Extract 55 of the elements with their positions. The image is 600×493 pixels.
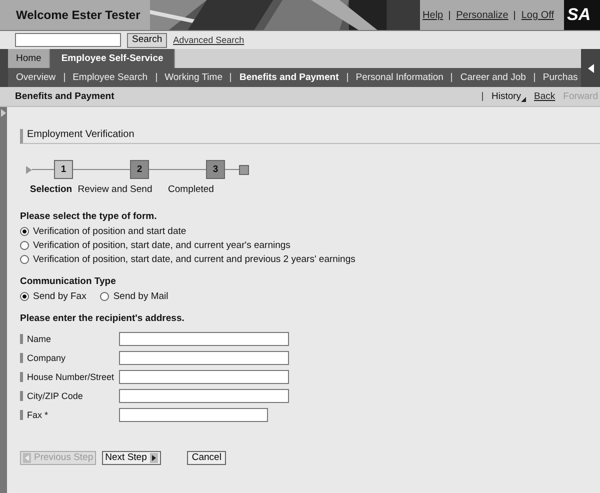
address-label: Please enter the recipient's address. [20,313,186,324]
welcome-text: Welcome Ester Tester [15,7,142,24]
radio-button[interactable] [20,226,29,236]
subnav-item[interactable]: Career and Job [460,72,526,83]
end-marker-icon [239,164,249,174]
right-arrow-icon [150,453,158,463]
step-button[interactable]: Next Step [102,451,161,465]
step-label: Review and Send [77,184,153,195]
step-number[interactable]: 1 [54,160,73,179]
search-field[interactable] [15,33,121,47]
radio-button[interactable] [20,240,29,250]
expand-icon [1,109,6,117]
input-field[interactable] [119,370,289,384]
left-arrow-icon [23,453,31,463]
history-menu[interactable]: History [491,91,526,102]
collapse-button[interactable] [581,49,600,87]
header-link[interactable]: Personalize [456,10,508,20]
input-field[interactable] [119,389,289,403]
subnav-item[interactable]: Benefits and Payment [239,72,339,83]
section-title: Employment Verification [20,129,600,144]
input-field[interactable] [119,332,289,346]
logo: SA [564,0,600,30]
step-button[interactable]: Cancel [186,451,226,465]
subnav-item[interactable]: Employee Search [72,72,148,83]
header-link[interactable]: Log Off [521,10,554,20]
nav-tab[interactable]: Employee Self-Service [50,49,176,68]
form-type-label: Please select the type of form. [20,211,158,222]
nav-tab[interactable]: Home [8,49,50,68]
back-link[interactable]: Back [534,91,556,102]
step-label: Completed [167,184,215,195]
subnav-item[interactable]: Personal Information [356,72,444,83]
search-button[interactable]: Search [127,32,168,48]
radio-label: Verification of position, start date, and current year's earnings [33,240,290,250]
subnav-item[interactable]: Purchas [542,72,578,83]
dropdown-icon [521,97,526,102]
page-title: Benefits and Payment [15,91,114,102]
subnav-item[interactable]: Working Time [164,72,222,83]
radio-button[interactable] [100,292,110,300]
radio-button[interactable] [20,254,29,264]
communication-type-label: Communication Type [20,276,117,287]
header-link[interactable]: Help [422,10,444,20]
subnav-item[interactable]: Overview [16,72,56,83]
radio-label: Verification of position, start date, and current and previous 2 years' earnings [33,254,356,264]
start-marker-icon [26,166,32,174]
step-number[interactable]: 2 [130,160,149,179]
step-number[interactable]: 3 [206,160,225,179]
advanced-search-link[interactable]: Advanced Search [173,35,244,45]
radio-label: Send by Mail [113,290,168,302]
input-field[interactable] [119,408,268,422]
radio-label: Verification of position and start date [33,226,186,236]
left-arrow-icon [588,64,594,72]
input-field[interactable] [119,351,289,365]
radio-button[interactable] [20,292,29,300]
step-label: Selection [28,184,74,195]
radio-label: Send by Fax [33,290,86,302]
